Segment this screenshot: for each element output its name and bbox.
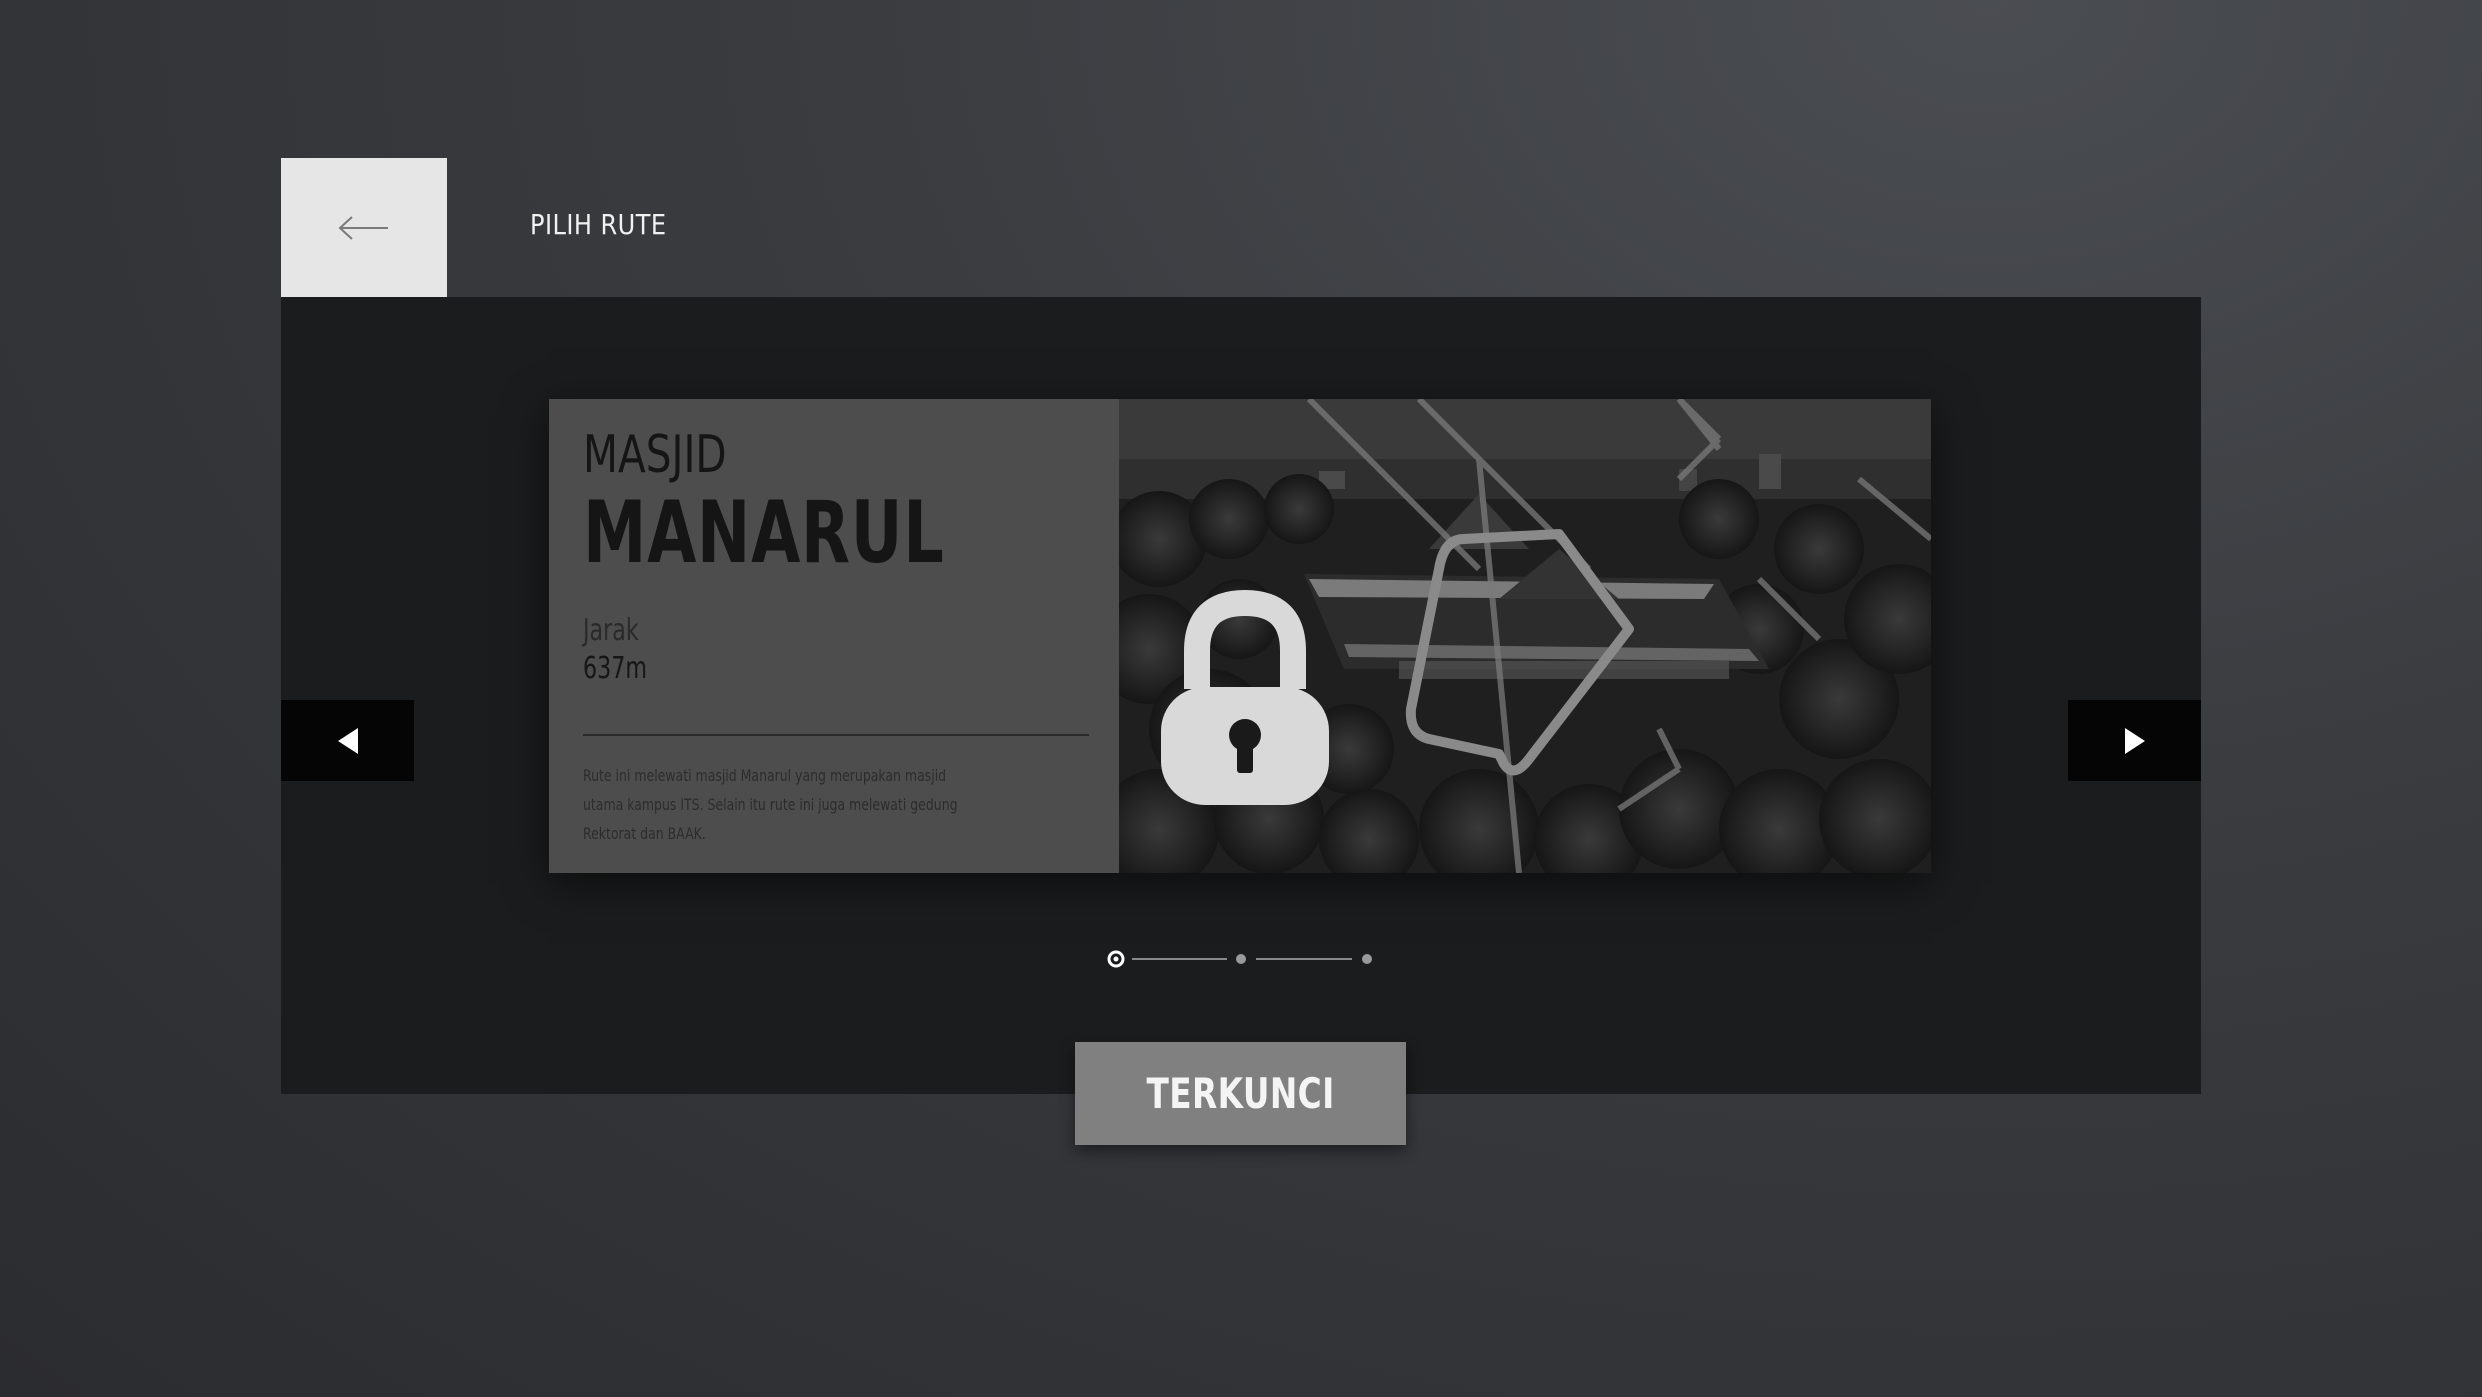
pager-dot-3[interactable] [1362, 954, 1372, 964]
route-subtitle: MASJID [583, 425, 727, 485]
distance-label: Jarak [583, 613, 639, 648]
route-title: MANARUL [583, 483, 945, 583]
prev-route-button[interactable] [281, 700, 414, 781]
route-description: Rute ini melewati masjid Manarul yang me… [583, 766, 958, 843]
route-card: MASJID MANARUL Jarak 637m Rute ini melew… [549, 399, 1931, 873]
pager-dot-2[interactable] [1236, 954, 1246, 964]
route-info: MASJID MANARUL Jarak 637m Rute ini melew… [549, 399, 1119, 873]
route-photo [1119, 399, 1931, 873]
route-pager [1107, 950, 1372, 968]
divider [583, 734, 1089, 736]
locked-button[interactable]: TERKUNCI [1075, 1042, 1406, 1145]
distance-value: 637m [583, 651, 647, 686]
triangle-right-icon [2124, 727, 2145, 754]
next-route-button[interactable] [2068, 700, 2201, 781]
triangle-left-icon [337, 727, 358, 754]
arrow-left-icon [338, 215, 388, 240]
locked-button-label: TERKUNCI [1146, 1069, 1335, 1118]
page-title: PILIH RUTE [530, 208, 667, 241]
padlock-icon [1161, 589, 1329, 805]
back-button[interactable] [281, 158, 447, 297]
